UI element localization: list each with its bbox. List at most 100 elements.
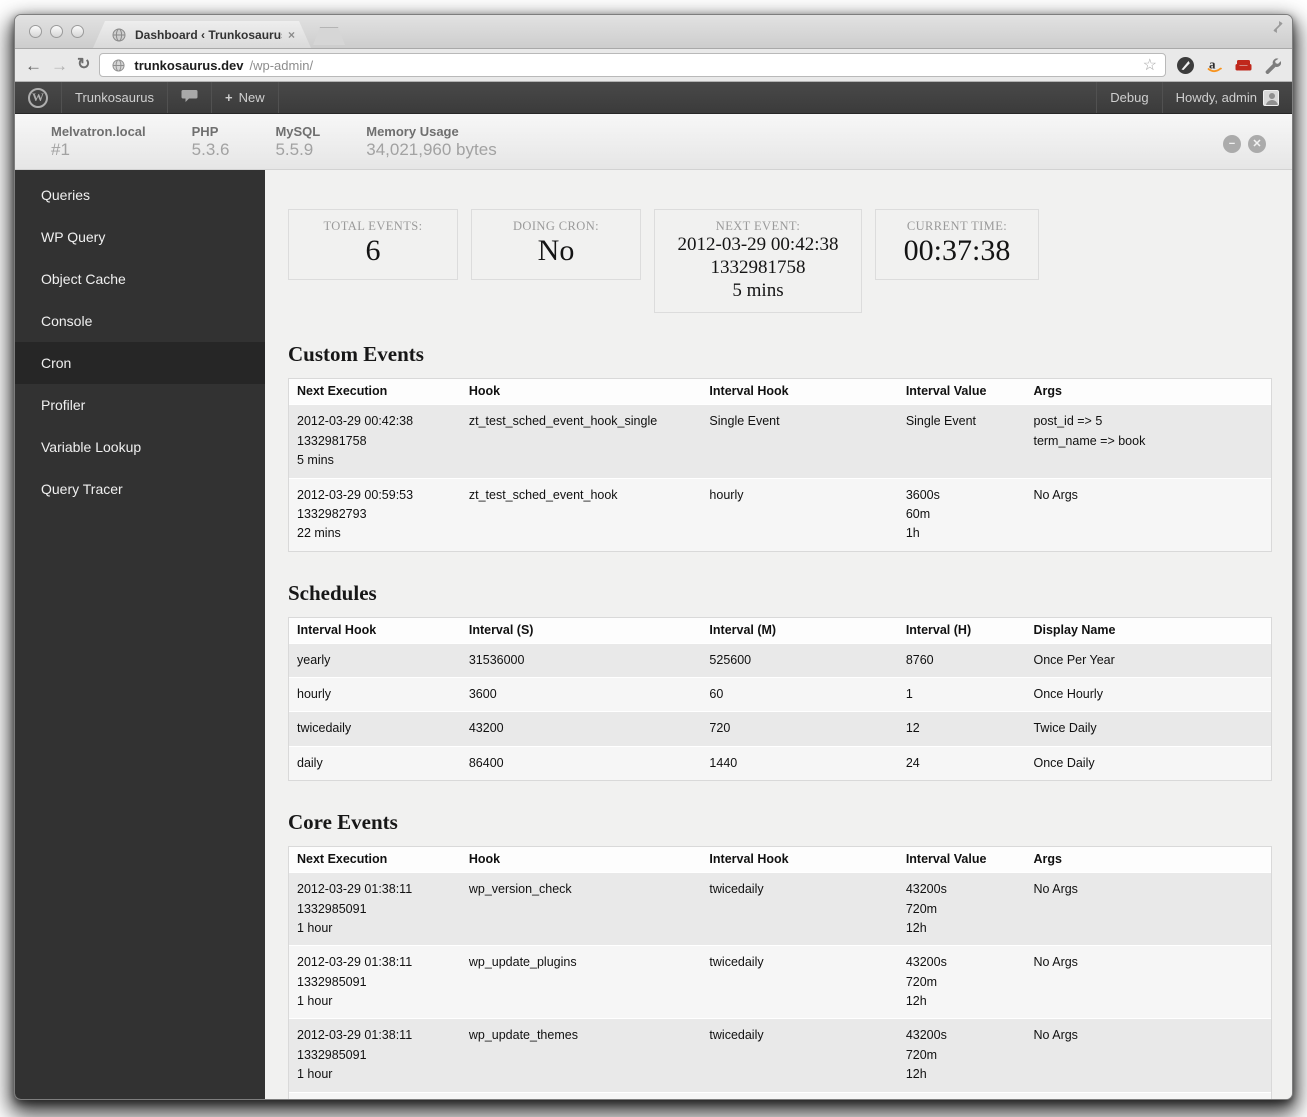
cell-line: 3600 <box>468 687 497 702</box>
browser-tab[interactable]: Dashboard ‹ Trunkosaurus – × <box>93 21 311 48</box>
debug-stat-label: MySQL <box>275 123 321 139</box>
summary-box-label: TOTAL EVENTS: <box>323 219 423 233</box>
cell-line: No Args <box>1033 487 1078 502</box>
zoom-window-button[interactable] <box>71 25 84 38</box>
column-header: Next Execution <box>289 379 461 405</box>
column-header: Interval (S) <box>460 617 702 643</box>
summary-box-label: DOING CRON: <box>513 219 599 233</box>
summary-box: NEXT EVENT: 2012-03-29 00:42:38 1332981758… <box>654 209 862 314</box>
resize-arrows-icon <box>1270 19 1286 40</box>
cell-line: 525600 <box>709 652 752 667</box>
sidebar-item-profiler[interactable]: Profiler <box>15 384 265 426</box>
cell-line: 12h <box>905 994 927 1009</box>
site-name-menu[interactable]: Trunkosaurus <box>62 82 168 113</box>
table-cell: 2012-03-29 00:59:53 1332982793 22 mins <box>289 477 461 551</box>
table-cell: Once Hourly <box>1025 677 1271 712</box>
cell-line: 720m <box>905 901 938 916</box>
table-cell: wp_scheduled_delete <box>460 1091 702 1099</box>
section-title: Custom Events <box>288 342 424 367</box>
new-content-menu[interactable]: + New <box>212 82 279 113</box>
cell-line: 1440 <box>709 755 738 770</box>
cell-line: zt_test_sched_event_hook_single <box>468 414 658 429</box>
wrench-menu-icon[interactable] <box>1262 55 1282 75</box>
red-chair-extension-icon[interactable] <box>1233 55 1253 75</box>
pen-extension-icon[interactable] <box>1175 55 1195 75</box>
debug-label: Debug <box>1110 90 1149 105</box>
table-cell: 86400s1440m24h <box>897 1091 1026 1099</box>
cell-line: 720m <box>905 974 938 989</box>
sidebar-item-queries[interactable]: Queries <box>15 174 265 216</box>
cell-line: 43200 <box>468 721 504 736</box>
cell-line: wp_update_themes <box>468 1028 578 1043</box>
tab-strip: Dashboard ‹ Trunkosaurus – × <box>15 15 1292 49</box>
table-cell: yearly <box>289 642 461 678</box>
sidebar-item-console[interactable]: Console <box>15 300 265 342</box>
debug-stat: Memory Usage 34,021,960 bytes <box>366 124 496 160</box>
cell-line: 60m <box>905 506 931 521</box>
cell-line: 1h <box>905 526 920 541</box>
bookmark-star-icon[interactable]: ☆ <box>1143 55 1157 75</box>
column-header: Interval Hook <box>701 379 898 405</box>
minimize-window-button[interactable] <box>50 25 63 38</box>
new-tab-button[interactable] <box>313 27 345 45</box>
column-header: Hook <box>460 379 702 405</box>
cell-line: 1 <box>905 687 913 702</box>
debug-stat: PHP 5.3.6 <box>192 124 230 160</box>
sidebar-item-cron[interactable]: Cron <box>15 342 265 384</box>
debug-stat-label: Memory Usage <box>366 123 459 139</box>
table-cell: post_id => 5 term_name => book <box>1025 404 1271 478</box>
cell-line: 2012-03-29 00:59:53 <box>297 487 414 502</box>
sidebar-item-object-cache[interactable]: Object Cache <box>15 258 265 300</box>
table-cell: 2012-03-29 00:42:38 1332981758 5 mins <box>289 404 461 478</box>
wp-logo-menu[interactable]: W <box>15 82 62 113</box>
reload-button[interactable]: ↻ <box>77 57 90 73</box>
table-row: hourly 3600 60 1 Once Hourly <box>289 677 1271 712</box>
sidebar-item-query-tracer[interactable]: Query Tracer <box>15 468 265 510</box>
table-cell: 43200s 720m 12h <box>897 945 1026 1019</box>
site-name-label: Trunkosaurus <box>75 90 154 105</box>
table-cell: No Args <box>1025 477 1271 551</box>
column-header: Interval (H) <box>897 617 1026 643</box>
column-header: Hook <box>460 847 702 873</box>
close-window-button[interactable] <box>29 25 42 38</box>
column-header: Display Name <box>1025 617 1271 643</box>
table-cell: wp_version_check <box>460 872 702 946</box>
summary-box: TOTAL EVENTS: 6 <box>288 209 458 280</box>
table-cell: 12 <box>897 711 1026 746</box>
sidebar-item-variable-lookup[interactable]: Variable Lookup <box>15 426 265 468</box>
forward-button: → <box>51 55 68 75</box>
table-cell: 60 <box>701 677 898 712</box>
table-cell: 2012-03-29 01:38:11 1332985091 1 hour <box>289 1018 461 1092</box>
table-cell: wp_update_themes <box>460 1018 702 1092</box>
cell-line: wp_version_check <box>468 882 572 897</box>
cell-line: No Args <box>1033 1028 1078 1043</box>
new-label: New <box>238 90 265 105</box>
cell-line: Once Hourly <box>1033 687 1103 702</box>
cell-line: 43200s <box>905 955 947 970</box>
comments-menu[interactable] <box>168 82 212 113</box>
section-title: Core Events <box>288 810 398 835</box>
table-row: 2012-03-29 01:38:11 1332985091 1 hour wp_ve… <box>289 872 1271 946</box>
url-host: trunkosaurus.dev <box>134 57 244 73</box>
sidebar-item-wp-query[interactable]: WP Query <box>15 216 265 258</box>
debug-menu[interactable]: Debug <box>1096 82 1161 113</box>
tab-close-icon[interactable]: × <box>288 28 295 42</box>
close-debug-bar-button[interactable]: ✕ <box>1248 135 1266 153</box>
column-header: Interval Hook <box>289 617 461 643</box>
cell-line: 1 hour <box>297 1067 333 1082</box>
summary-box: CURRENT TIME: 00:37:38 <box>875 209 1039 280</box>
amazon-extension-icon[interactable]: a <box>1204 55 1224 75</box>
table-cell: 2012-03-29 01:38:11 1332985091 1 hour <box>289 945 461 1019</box>
debug-stat-value: 5.3.6 <box>191 139 230 159</box>
cell-line: Single Event <box>905 414 976 429</box>
url-bar[interactable]: trunkosaurus.dev/wp-admin/ ☆ <box>99 53 1166 77</box>
cell-line: 1 hour <box>297 994 333 1009</box>
summary-box-value: 5 mins <box>732 279 784 301</box>
table-header-row: Next Execution Hook Interval Hook Interval … <box>289 379 1271 405</box>
window-controls <box>29 25 84 38</box>
account-menu[interactable]: Howdy, admin <box>1161 82 1292 113</box>
cell-line: 1 hour <box>297 920 333 935</box>
collapse-debug-bar-button[interactable]: − <box>1223 135 1241 153</box>
back-button[interactable]: ← <box>25 57 42 74</box>
howdy-label: Howdy, admin <box>1175 90 1257 105</box>
